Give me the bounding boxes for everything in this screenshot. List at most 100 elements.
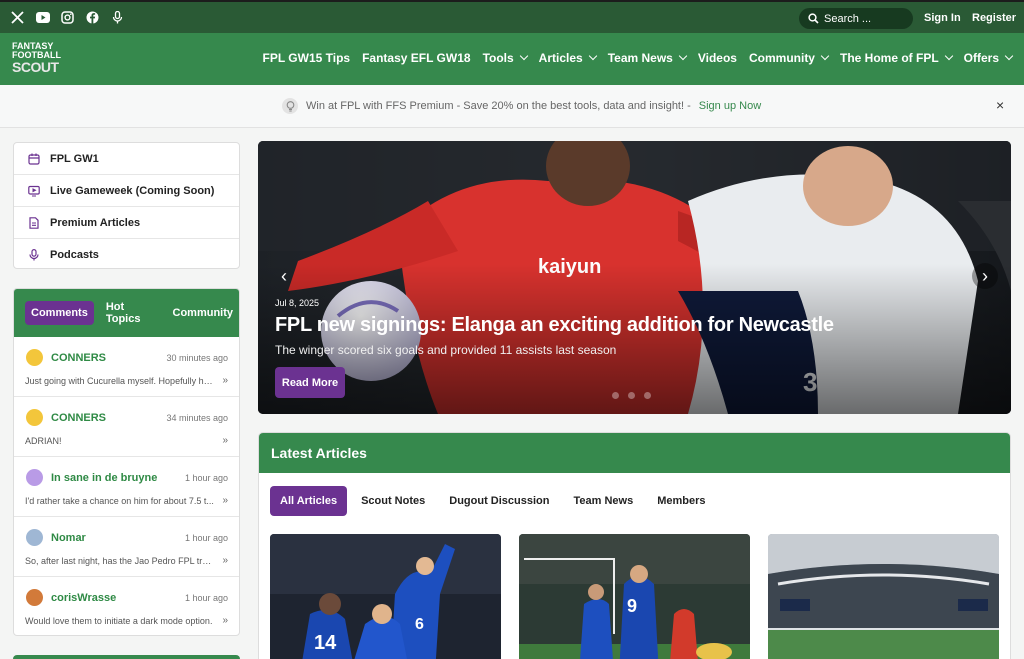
tab-hot-topics[interactable]: Hot Topics <box>100 295 161 331</box>
double-chevron-right-icon[interactable]: » <box>222 435 228 446</box>
promo-signup-link[interactable]: Sign up Now <box>699 100 761 112</box>
logo-line-3: SCOUT <box>12 59 59 75</box>
tab-members[interactable]: Members <box>647 486 715 516</box>
chevron-down-icon <box>1004 51 1014 61</box>
nav-item-videos[interactable]: Videos <box>698 51 737 65</box>
tab-team-news[interactable]: Team News <box>563 486 643 516</box>
svg-text:9: 9 <box>627 596 637 616</box>
tv-icon <box>28 185 40 197</box>
comment-row[interactable]: Nomar 1 hour ago So, after last night, has… <box>14 517 239 577</box>
sidebar-next-widget <box>13 655 240 659</box>
nav-menu: FPL GW15 Tips Fantasy EFL GW18 Tools Articl… <box>263 51 1014 65</box>
instagram-icon[interactable] <box>60 10 75 25</box>
microphone-icon[interactable] <box>110 10 125 25</box>
comment-time: 34 minutes ago <box>166 413 228 423</box>
comment-list: CONNERS 30 minutes ago Just going with Cuc… <box>14 337 239 635</box>
promo-banner: Win at FPL with FFS Premium - Save 20% o… <box>0 85 1024 128</box>
search-icon <box>808 13 819 24</box>
slider-dot[interactable] <box>644 392 651 399</box>
nav-item-fpl-gw15-tips[interactable]: FPL GW15 Tips <box>263 51 351 65</box>
comment-text: Just going with Cucurella myself. Hopefu… <box>25 376 215 386</box>
nav-item-label: Community <box>748 51 815 65</box>
comment-author[interactable]: CONNERS <box>51 412 106 424</box>
double-chevron-right-icon[interactable]: » <box>222 555 228 566</box>
latest-articles-title: Latest Articles <box>259 433 1010 473</box>
comment-author[interactable]: In sane in de bruyne <box>51 472 157 484</box>
avatar <box>26 409 43 426</box>
tab-dugout-discussion[interactable]: Dugout Discussion <box>439 486 559 516</box>
x-icon[interactable] <box>10 10 25 25</box>
latest-articles-section: Latest Articles All Articles Scout Notes… <box>258 432 1011 659</box>
nav-item-articles[interactable]: Articles <box>538 51 597 65</box>
top-bar: Search ... Sign In Register <box>0 0 1024 33</box>
article-thumbnail[interactable]: 9 <box>519 534 750 659</box>
comment-row[interactable]: CONNERS 34 minutes ago ADRIAN! » <box>14 397 239 457</box>
hero-title[interactable]: FPL new signings: Elanga an exciting add… <box>275 314 834 337</box>
nav-item-label: Fantasy EFL GW18 <box>362 51 471 65</box>
double-chevron-right-icon[interactable]: » <box>222 615 228 626</box>
comment-text: ADRIAN! <box>25 436 62 446</box>
quick-link-live-gameweek[interactable]: Live Gameweek (Coming Soon) <box>14 175 239 207</box>
nav-item-label: FPL GW15 Tips <box>262 51 351 65</box>
quick-link-label: Live Gameweek (Coming Soon) <box>50 184 215 197</box>
hero-subtitle: The winger scored six goals and provided… <box>275 343 617 357</box>
nav-item-offers[interactable]: Offers <box>963 51 1014 65</box>
tab-all-articles[interactable]: All Articles <box>270 486 348 516</box>
nav-item-label: Offers <box>963 51 999 65</box>
chevron-down-icon <box>588 51 597 61</box>
facebook-icon[interactable] <box>85 10 100 25</box>
comment-author[interactable]: CONNERS <box>51 352 106 364</box>
comment-row[interactable]: corisWrasse 1 hour ago Would love them to … <box>14 577 239 635</box>
close-icon[interactable]: × <box>996 97 1004 113</box>
nav-item-fantasy-efl-gw18[interactable]: Fantasy EFL GW18 <box>362 51 470 65</box>
nav-item-community[interactable]: Community <box>748 51 830 65</box>
nav-item-label: Tools <box>482 51 514 65</box>
comment-text: So, after last night, has the Jao Pedro … <box>25 556 215 566</box>
double-chevron-right-icon[interactable]: » <box>222 375 228 386</box>
document-icon <box>28 216 40 229</box>
avatar <box>26 349 43 366</box>
comments-widget: Comments Hot Topics Community CONNERS 30 … <box>13 288 240 636</box>
article-thumbnail[interactable]: 14 6 <box>270 534 501 659</box>
nav-item-label: Articles <box>538 51 583 65</box>
comments-tabs: Comments Hot Topics Community <box>14 289 239 337</box>
svg-text:6: 6 <box>415 616 424 633</box>
tab-scout-notes[interactable]: Scout Notes <box>351 486 435 516</box>
slider-dot[interactable] <box>628 392 635 399</box>
site-logo[interactable]: FANTASY FOOTBALL SCOUT <box>12 42 62 76</box>
comment-row[interactable]: CONNERS 30 minutes ago Just going with Cuc… <box>14 337 239 397</box>
nav-item-label: The Home of FPL <box>839 51 939 65</box>
hero-slider[interactable]: kaiyun 3 Jul 8, 2025 FPL new signings: E… <box>258 141 1011 414</box>
comment-author[interactable]: Nomar <box>51 532 86 544</box>
avatar <box>26 589 43 606</box>
comment-row[interactable]: In sane in de bruyne 1 hour ago I'd rather… <box>14 457 239 517</box>
register-link[interactable]: Register <box>972 12 1016 24</box>
comment-time: 30 minutes ago <box>166 353 228 363</box>
double-chevron-right-icon[interactable]: » <box>222 495 228 506</box>
read-more-button[interactable]: Read More <box>275 367 345 398</box>
comment-author[interactable]: corisWrasse <box>51 592 116 604</box>
quick-link-premium-articles[interactable]: Premium Articles <box>14 207 239 239</box>
slider-dot[interactable] <box>612 392 619 399</box>
tab-community[interactable]: Community <box>167 301 240 325</box>
comment-time: 1 hour ago <box>184 593 228 603</box>
comment-time: 1 hour ago <box>184 533 228 543</box>
search-input[interactable]: Search ... <box>799 8 913 29</box>
comment-text: I'd rather take a chance on him for abou… <box>25 496 214 506</box>
hero-image: kaiyun 3 <box>258 141 1011 414</box>
nav-item-tools[interactable]: Tools <box>482 51 528 65</box>
quick-link-podcasts[interactable]: Podcasts <box>14 239 239 271</box>
youtube-icon[interactable] <box>35 10 50 25</box>
quick-link-fpl-gw1[interactable]: FPL GW1 <box>14 143 239 175</box>
chevron-right-icon[interactable]: › <box>972 263 998 289</box>
tab-comments[interactable]: Comments <box>25 301 94 325</box>
nav-item-team-news[interactable]: Team News <box>608 51 688 65</box>
nav-item-the-home-of-fpl[interactable]: The Home of FPL <box>839 51 953 65</box>
sign-in-link[interactable]: Sign In <box>924 12 961 24</box>
avatar <box>26 529 43 546</box>
nav-item-label: Videos <box>697 51 737 65</box>
article-thumbnail[interactable] <box>768 534 999 659</box>
chevron-left-icon[interactable]: ‹ <box>271 263 297 289</box>
slider-dots <box>612 392 651 399</box>
quick-links-panel: FPL GW1 Live Gameweek (Coming Soon) Prem… <box>13 142 240 269</box>
